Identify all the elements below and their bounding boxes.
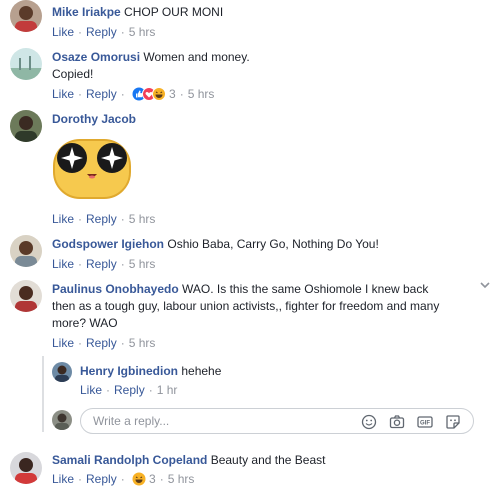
separator: · xyxy=(120,257,125,271)
commenter-name[interactable]: Samali Randolph Copeland xyxy=(52,453,207,467)
timestamp[interactable]: 5 hrs xyxy=(129,257,156,271)
comment-line-3: Dorothy Jacob xyxy=(52,111,136,127)
commenter-name[interactable]: Mike Iriakpe xyxy=(52,5,121,19)
commenter-name[interactable]: Dorothy Jacob xyxy=(52,112,136,126)
commenter-name[interactable]: Henry Igbinedion xyxy=(80,364,178,378)
nested-reply-actions: Like · Reply · 1 hr xyxy=(80,382,177,398)
comment-text: CHOP OUR MONI xyxy=(124,5,224,19)
gif-icon[interactable]: GIF xyxy=(417,414,433,430)
reply-composer[interactable]: GIF xyxy=(80,408,474,434)
timestamp[interactable]: 5 hrs xyxy=(129,25,156,39)
timestamp[interactable]: 5 hrs xyxy=(168,472,195,486)
separator: · xyxy=(159,472,164,486)
separator: · xyxy=(78,472,83,486)
comment-actions-2: Like · Reply · 3 · 5 hrs xyxy=(52,86,214,105)
commenter-name[interactable]: Osaze Omorusi xyxy=(52,50,140,64)
reply-link[interactable]: Reply xyxy=(86,87,117,101)
separator: · xyxy=(78,257,83,271)
reaction-count[interactable]: 3 xyxy=(149,472,156,486)
like-link[interactable]: Like xyxy=(52,25,74,39)
comment-actions-4: Like · Reply · 5 hrs xyxy=(52,256,155,272)
timestamp[interactable]: 5 hrs xyxy=(129,336,156,350)
reply-link[interactable]: Reply xyxy=(86,25,117,39)
avatar-godspower-igiehon[interactable] xyxy=(10,235,42,267)
camera-icon[interactable] xyxy=(389,414,405,430)
separator: · xyxy=(120,336,125,350)
like-link[interactable]: Like xyxy=(52,212,74,226)
separator: · xyxy=(120,212,125,226)
separator: · xyxy=(78,87,83,101)
avatar-osaze-omorusi[interactable] xyxy=(10,48,42,80)
avatar-henry-igbinedion[interactable] xyxy=(52,362,72,382)
separator: · xyxy=(78,25,83,39)
timestamp[interactable]: 5 hrs xyxy=(188,87,215,101)
comment-text-line-5c: more? WAO xyxy=(52,316,118,330)
commenter-name[interactable]: Godspower Igiehon xyxy=(52,237,164,251)
comment-line-4: Godspower Igiehon Oshio Baba, Carry Go, … xyxy=(52,236,379,252)
like-link[interactable]: Like xyxy=(52,87,74,101)
separator: · xyxy=(78,212,83,226)
separator: · xyxy=(78,336,83,350)
reply-link[interactable]: Reply xyxy=(86,336,117,350)
like-link[interactable]: Like xyxy=(52,257,74,271)
comment-actions-5: Like · Reply · 5 hrs xyxy=(52,335,155,351)
avatar-dorothy-jacob[interactable] xyxy=(10,110,42,142)
comment-text-line-5b: then as a tough guy, labour union activi… xyxy=(52,299,440,313)
reply-link[interactable]: Reply xyxy=(86,472,117,486)
smiley-icon[interactable] xyxy=(361,414,377,430)
reactions-summary[interactable] xyxy=(132,87,167,105)
separator: · xyxy=(120,25,125,39)
separator: · xyxy=(148,383,153,397)
comment-line-6: Samali Randolph Copeland Beauty and the … xyxy=(52,452,325,468)
reply-link[interactable]: Reply xyxy=(86,212,117,226)
reply-input[interactable] xyxy=(91,413,345,429)
reaction-count[interactable]: 3 xyxy=(169,87,176,101)
nested-reply-line: Henry Igbinedion hehehe xyxy=(80,363,221,379)
sticker-icon[interactable] xyxy=(445,414,461,430)
more-options-icon[interactable] xyxy=(478,278,492,295)
timestamp[interactable]: 1 hr xyxy=(157,383,178,397)
avatar-paulinus-onobhayedo[interactable] xyxy=(10,280,42,312)
comment-text: Beauty and the Beast xyxy=(210,453,326,467)
comment-line-5: Paulinus Onobhayedo WAO. Is this the sam… xyxy=(52,281,428,297)
separator: · xyxy=(179,87,184,101)
svg-text:GIF: GIF xyxy=(420,421,430,427)
comment-text: WAO. Is this the same Oshiomole I knew b… xyxy=(182,282,429,296)
reply-link[interactable]: Reply xyxy=(86,257,117,271)
comment-actions-1: Like · Reply · 5 hrs xyxy=(52,24,155,40)
sunglasses-emoji-sticker[interactable] xyxy=(50,136,134,202)
like-link[interactable]: Like xyxy=(80,383,102,397)
separator: · xyxy=(106,383,111,397)
comment-text-line-2: Copied! xyxy=(52,67,94,81)
like-link[interactable]: Like xyxy=(52,472,74,486)
reply-link[interactable]: Reply xyxy=(114,383,145,397)
comment-text: Women and money. xyxy=(143,50,250,64)
comment-text: Oshio Baba, Carry Go, Nothing Do You! xyxy=(167,237,379,251)
commenter-name[interactable]: Paulinus Onobhayedo xyxy=(52,282,179,296)
comment-line-1: Mike Iriakpe CHOP OUR MONI xyxy=(52,4,223,20)
comment-actions-3: Like · Reply · 5 hrs xyxy=(52,211,155,227)
comment-text: hehehe xyxy=(181,364,222,378)
current-user-avatar xyxy=(52,410,72,430)
comment-line-2: Osaze Omorusi Women and money. xyxy=(52,49,250,65)
separator: · xyxy=(120,472,125,486)
like-link[interactable]: Like xyxy=(52,336,74,350)
avatar-samali-randolph-copeland[interactable] xyxy=(10,452,42,484)
haha-reaction-icon xyxy=(152,87,167,101)
timestamp[interactable]: 5 hrs xyxy=(129,212,156,226)
avatar-mike-iriakpe[interactable] xyxy=(10,0,42,32)
reply-thread-line xyxy=(42,356,44,432)
comment-actions-6: Like · Reply · 3 · 5 hrs xyxy=(52,471,194,490)
haha-reaction-icon[interactable] xyxy=(132,472,146,490)
separator: · xyxy=(120,87,125,101)
